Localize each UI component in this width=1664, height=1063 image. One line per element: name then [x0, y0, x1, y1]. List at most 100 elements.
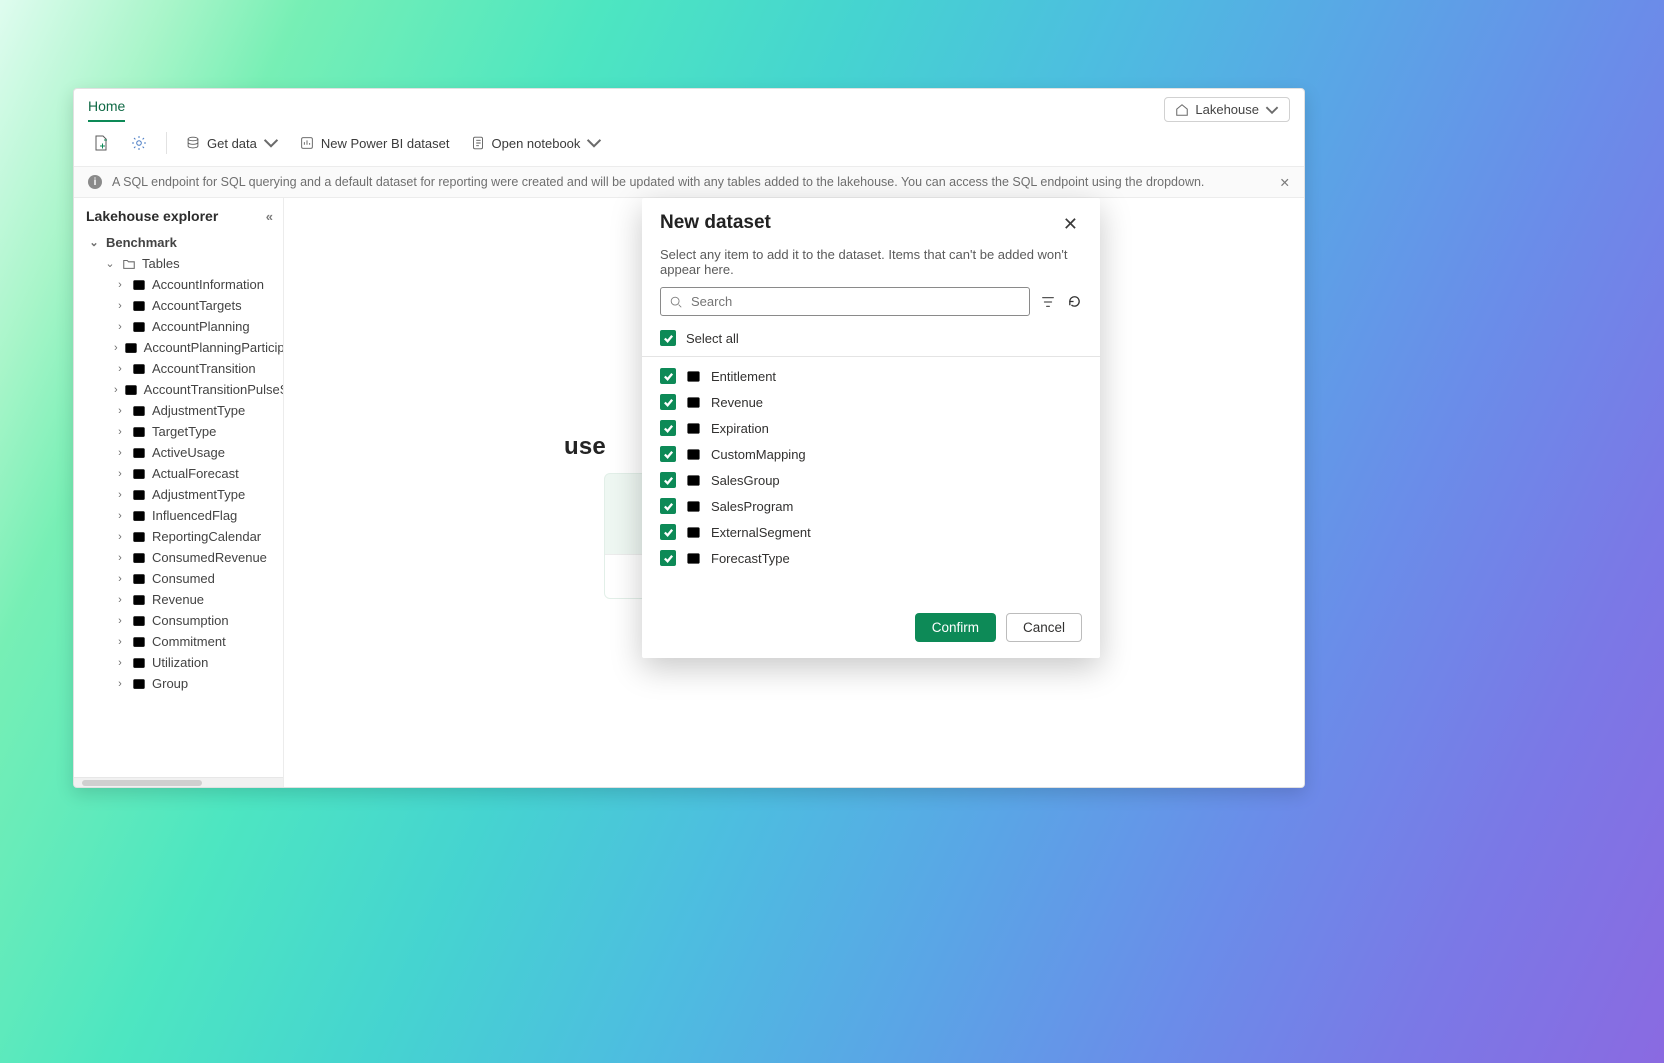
- dataset-list-item[interactable]: ForecastType: [642, 545, 1100, 571]
- database-icon: [185, 135, 201, 151]
- chevron-right-icon: ›: [114, 342, 118, 354]
- tree-table-item[interactable]: ›Consumed: [74, 568, 283, 589]
- tree-table-item[interactable]: ›AccountTransition: [74, 358, 283, 379]
- table-name: Commitment: [152, 634, 226, 649]
- item-checkbox[interactable]: [660, 446, 676, 462]
- collapse-sidebar-button[interactable]: «: [266, 209, 273, 224]
- folder-icon: [122, 257, 136, 271]
- tree-table-item[interactable]: ›AdjustmentType: [74, 400, 283, 421]
- item-label: ExternalSegment: [711, 525, 811, 540]
- chevron-right-icon: ›: [114, 678, 126, 690]
- chevron-right-icon: ›: [114, 594, 126, 606]
- item-checkbox[interactable]: [660, 524, 676, 540]
- tab-home[interactable]: Home: [88, 98, 125, 122]
- tree-table-item[interactable]: ›ConsumedRevenue: [74, 547, 283, 568]
- select-all-checkbox[interactable]: [660, 330, 676, 346]
- main-canvas: use book New shortcut New dataset: [284, 198, 1304, 787]
- item-checkbox[interactable]: [660, 498, 676, 514]
- chevron-right-icon: ›: [114, 468, 126, 480]
- dataset-list-item[interactable]: Entitlement: [642, 363, 1100, 389]
- tree-table-item[interactable]: › Revenue: [74, 589, 283, 610]
- dataset-list-item[interactable]: SalesProgram: [642, 493, 1100, 519]
- get-data-button[interactable]: Get data: [179, 131, 285, 155]
- refresh-button[interactable]: [1066, 294, 1082, 310]
- item-checkbox[interactable]: [660, 472, 676, 488]
- sidebar-title: Lakehouse explorer: [86, 208, 218, 224]
- tree-table-item[interactable]: › AccountPlanningParticipa: [74, 337, 283, 358]
- item-checkbox[interactable]: [660, 420, 676, 436]
- chevron-right-icon: ›: [114, 279, 126, 291]
- new-powerbi-dataset-button[interactable]: New Power BI dataset: [293, 131, 456, 155]
- tables-label: Tables: [142, 256, 180, 271]
- tree-table-item[interactable]: ›Consumption: [74, 610, 283, 631]
- tree-tables-folder[interactable]: ⌄ Tables: [74, 253, 283, 274]
- tree-table-item[interactable]: ›ReportingCalendar: [74, 526, 283, 547]
- tree-table-item[interactable]: ›Utilization: [74, 652, 283, 673]
- workspace-label: Lakehouse: [1195, 102, 1259, 117]
- dataset-list-item[interactable]: SalesGroup: [642, 467, 1100, 493]
- dataset-list-item[interactable]: Revenue: [642, 389, 1100, 415]
- tree-table-item[interactable]: ›TargetType: [74, 421, 283, 442]
- dialog-subtitle: Select any item to add it to the dataset…: [642, 241, 1100, 287]
- tree-table-item[interactable]: › Commitment: [74, 631, 283, 652]
- table-name: Group: [152, 676, 188, 691]
- dataset-list-item[interactable]: Expiration: [642, 415, 1100, 441]
- table-icon: [686, 499, 701, 514]
- workspace-switcher[interactable]: Lakehouse: [1164, 97, 1290, 122]
- item-checkbox[interactable]: [660, 394, 676, 410]
- table-name: AdjustmentType: [152, 403, 245, 418]
- chevron-right-icon: ›: [114, 426, 126, 438]
- dataset-list-item[interactable]: CustomMapping: [642, 441, 1100, 467]
- tree-table-item[interactable]: › AccountInformation: [74, 274, 283, 295]
- item-checkbox[interactable]: [660, 550, 676, 566]
- table-icon: [686, 447, 701, 462]
- chevron-right-icon: ›: [114, 384, 118, 396]
- tree-table-item[interactable]: ›AccountTargets: [74, 295, 283, 316]
- dismiss-banner-button[interactable]: ✕: [1280, 175, 1290, 190]
- table-name: AccountPlanningParticipa: [144, 340, 283, 355]
- tree-table-item[interactable]: ›AccountPlanning: [74, 316, 283, 337]
- table-name: AccountTransitionPulseSu: [144, 382, 283, 397]
- chevron-right-icon: ›: [114, 636, 126, 648]
- chevron-down-icon: [1265, 103, 1279, 117]
- select-all-label: Select all: [686, 331, 739, 346]
- table-icon: [132, 509, 146, 523]
- tree-table-item[interactable]: ›InfluencedFlag: [74, 505, 283, 526]
- table-icon: [132, 551, 146, 565]
- root-label: Benchmark: [106, 235, 177, 250]
- chevron-right-icon: ›: [114, 447, 126, 459]
- table-icon: [132, 320, 146, 334]
- table-icon: [132, 635, 146, 649]
- table-icon: [124, 341, 138, 355]
- close-dialog-button[interactable]: ✕: [1059, 212, 1082, 237]
- cancel-button[interactable]: Cancel: [1006, 613, 1082, 642]
- tree-table-item[interactable]: › AccountTransitionPulseSu: [74, 379, 283, 400]
- new-item-button[interactable]: [86, 130, 116, 156]
- filter-icon: [1041, 295, 1055, 309]
- item-checkbox[interactable]: [660, 368, 676, 384]
- chevron-right-icon: ›: [114, 531, 126, 543]
- table-name: Consumption: [152, 613, 229, 628]
- table-name: AccountTargets: [152, 298, 242, 313]
- sidebar: Lakehouse explorer « ⌄ Benchmark ⌄ Table…: [74, 198, 284, 787]
- dataset-item-list[interactable]: EntitlementRevenueExpirationCustomMappin…: [642, 357, 1100, 601]
- tree-table-item[interactable]: ›AdjustmentType: [74, 484, 283, 505]
- table-name: AccountInformation: [152, 277, 264, 292]
- tree-table-item[interactable]: › Group: [74, 673, 283, 694]
- confirm-button[interactable]: Confirm: [915, 613, 996, 642]
- table-name: InfluencedFlag: [152, 508, 237, 523]
- dataset-list-item[interactable]: ExternalSegment: [642, 519, 1100, 545]
- table-name: AdjustmentType: [152, 487, 245, 502]
- table-name: Revenue: [152, 592, 204, 607]
- open-notebook-button[interactable]: Open notebook: [464, 131, 609, 155]
- search-input-wrapper[interactable]: [660, 287, 1030, 316]
- tree-table-item[interactable]: ›ActualForecast: [74, 463, 283, 484]
- sidebar-horizontal-scrollbar[interactable]: [74, 777, 283, 787]
- tree-root[interactable]: ⌄ Benchmark: [74, 232, 283, 253]
- filter-button[interactable]: [1040, 294, 1056, 310]
- explorer-tree[interactable]: ⌄ Benchmark ⌄ Tables › AccountInformation…: [74, 232, 283, 777]
- search-input[interactable]: [691, 294, 1021, 309]
- table-icon: [686, 421, 701, 436]
- tree-table-item[interactable]: ›ActiveUsage: [74, 442, 283, 463]
- settings-button[interactable]: [124, 130, 154, 156]
